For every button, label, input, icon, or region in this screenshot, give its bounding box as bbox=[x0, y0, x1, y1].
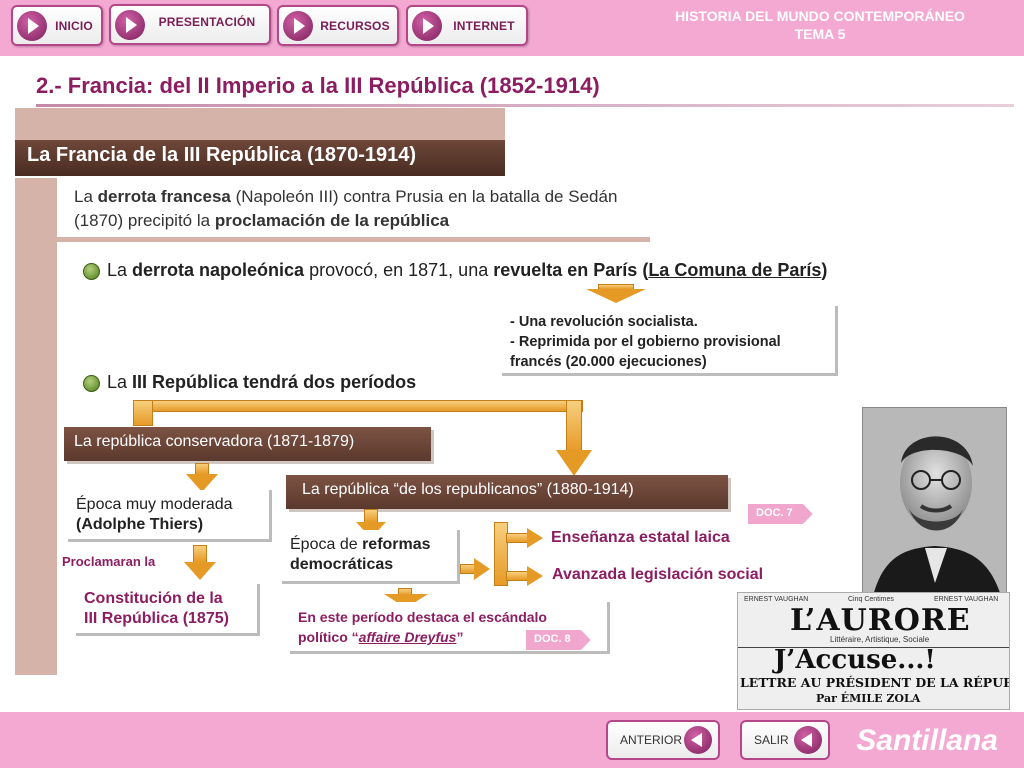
period-conservadora-label: La república conservadora (1871-1879) bbox=[64, 427, 431, 461]
nav-internet-label: INTERNET bbox=[453, 18, 515, 33]
nav-internet-button[interactable]: INTERNET bbox=[406, 5, 528, 46]
newspaper-byline: Par ÉMILE ZOLA bbox=[816, 692, 921, 705]
arrow-right-icon bbox=[474, 558, 490, 580]
left-timeline-bar bbox=[15, 178, 57, 675]
newspaper-masthead: L’AURORE bbox=[790, 603, 971, 638]
title-divider bbox=[36, 104, 1014, 107]
newspaper-top-right: ERNEST VAUGHAN bbox=[934, 596, 999, 603]
page-title: 2.- Francia: del II Imperio a la III Rep… bbox=[36, 73, 600, 98]
connector bbox=[506, 533, 528, 543]
doc7-link[interactable]: DOC. 7 bbox=[748, 504, 813, 524]
arrow-right-icon bbox=[527, 566, 543, 586]
branch-connector bbox=[145, 400, 583, 412]
bullet-icon bbox=[83, 375, 100, 392]
salir-button[interactable]: SALIR bbox=[740, 720, 830, 760]
back-arrow-icon bbox=[794, 726, 822, 754]
newspaper-date: Cinq Centimes bbox=[848, 596, 894, 603]
branch-left-stub bbox=[133, 400, 153, 426]
intro-text: La derrota francesa (Napoleón III) contr… bbox=[57, 180, 650, 242]
bullet-icon bbox=[83, 263, 100, 280]
anterior-label: ANTERIOR bbox=[620, 733, 683, 747]
nav-presentacion-button[interactable]: PRESENTACIÓN bbox=[109, 4, 271, 45]
arrow-down-icon bbox=[586, 284, 646, 304]
branch-right-shaft bbox=[566, 400, 582, 452]
doc8-link[interactable]: DOC. 8 bbox=[526, 630, 591, 650]
course-unit: TEMA 5 bbox=[794, 26, 846, 42]
proclaim-label: Proclamaran la bbox=[62, 554, 156, 569]
publisher-logo: Santillana bbox=[856, 724, 998, 757]
play-icon bbox=[412, 10, 442, 41]
newspaper-headline: J’Accuse...! bbox=[774, 645, 936, 675]
nav-inicio-button[interactable]: INICIO bbox=[11, 5, 103, 46]
period-republicanos-label: La república “de los republicanos” (1880… bbox=[286, 475, 728, 509]
course-title: HISTORIA DEL MUNDO CONTEMPORÁNEO TEMA 5 bbox=[630, 7, 1010, 43]
portrait-icon bbox=[863, 408, 1006, 594]
nav-inicio-label: INICIO bbox=[55, 18, 93, 33]
nav-recursos-label: RECURSOS bbox=[320, 18, 390, 33]
arrow-right-icon bbox=[527, 528, 543, 548]
result-ensenanza: Enseñanza estatal laica bbox=[551, 529, 730, 546]
play-icon bbox=[283, 10, 313, 41]
connector bbox=[193, 545, 207, 563]
nav-presentacion-label: PRESENTACIÓN bbox=[158, 14, 256, 29]
epoch-reformas-box: Época de reformas democráticas bbox=[282, 530, 460, 584]
section-heading: La Francia de la III República (1870-191… bbox=[15, 140, 505, 176]
constitution-box: Constitución de la III República (1875) bbox=[76, 584, 260, 636]
newspaper-top-left: ERNEST VAUGHAN bbox=[744, 596, 809, 603]
result-legislacion: Avanzada legislación social bbox=[552, 566, 764, 583]
anterior-button[interactable]: ANTERIOR bbox=[606, 720, 720, 760]
nav-recursos-button[interactable]: RECURSOS bbox=[277, 5, 399, 46]
newspaper-line: LETTRE AU PRÉSIDENT DE LA RÉPUBLIQUE bbox=[740, 675, 1010, 690]
course-subject: HISTORIA DEL MUNDO CONTEMPORÁNEO bbox=[675, 8, 965, 24]
epoch-moderada-box: Época muy moderada (Adolphe Thiers) bbox=[68, 490, 272, 542]
arrow-down-icon bbox=[556, 450, 592, 476]
zola-portrait-image bbox=[862, 407, 1007, 595]
point-two-periods: La III República tendrá dos períodos bbox=[107, 372, 417, 392]
arrow-down-icon bbox=[184, 562, 216, 580]
play-icon bbox=[17, 10, 47, 41]
comuna-note: - Una revolución socialista. - Reprimida… bbox=[502, 306, 838, 376]
newspaper-subtitle: Littéraire, Artistique, Sociale bbox=[830, 635, 930, 644]
aurore-newspaper-image: ERNEST VAUGHAN Cinq Centimes ERNEST VAUG… bbox=[737, 592, 1010, 710]
salir-label: SALIR bbox=[754, 733, 789, 747]
play-icon bbox=[115, 9, 145, 40]
connector bbox=[506, 571, 528, 581]
back-arrow-icon bbox=[684, 726, 712, 754]
point-comuna: La derrota napoleónica provocó, en 1871,… bbox=[107, 260, 828, 280]
connector bbox=[364, 509, 378, 523]
